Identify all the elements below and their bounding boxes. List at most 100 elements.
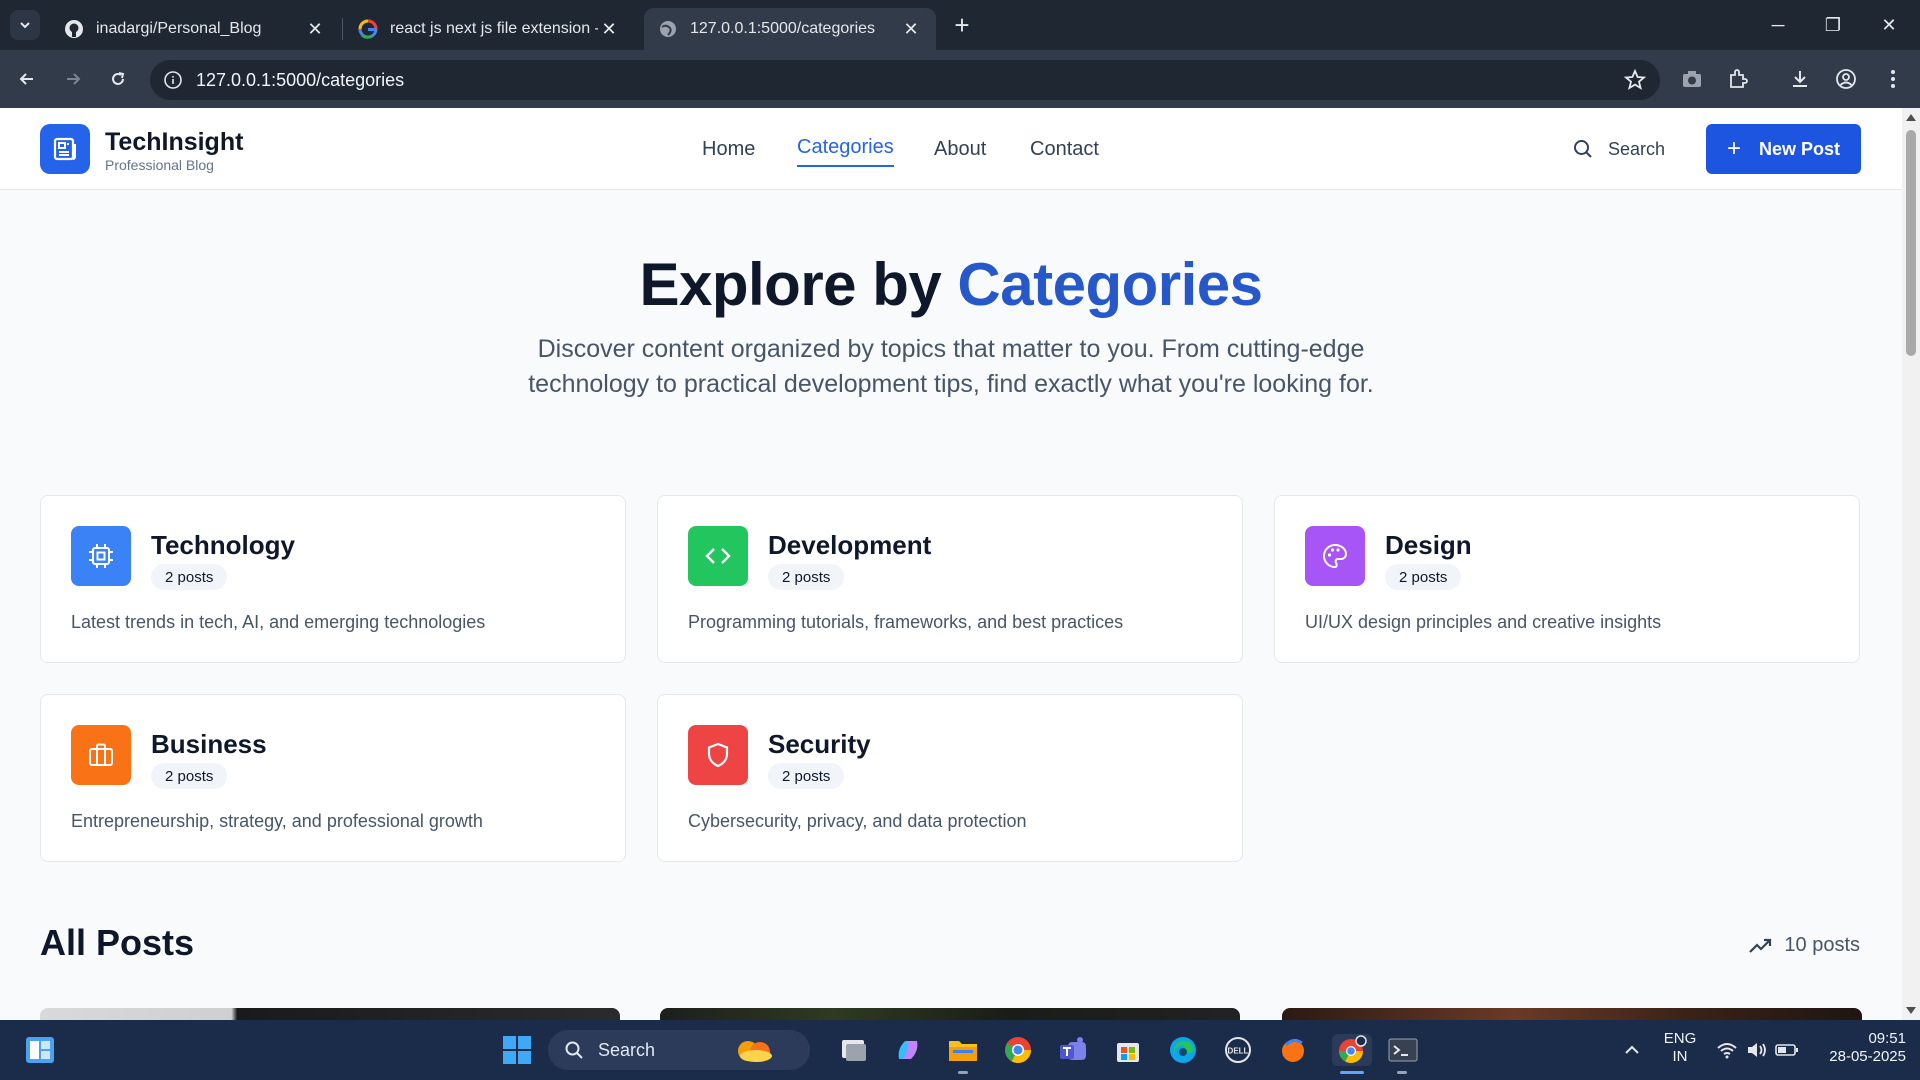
nav-categories[interactable]: Categories <box>797 136 894 167</box>
menu-kebab-icon[interactable] <box>1878 64 1908 94</box>
page-description: Discover content organized by topics tha… <box>528 335 1374 398</box>
address-bar[interactable]: 127.0.0.1:5000/categories <box>150 60 1660 100</box>
category-card-security[interactable]: Security 2 posts Cybersecurity, privacy,… <box>657 694 1243 862</box>
chrome-icon[interactable] <box>1002 1034 1034 1066</box>
windows-start-icon[interactable] <box>501 1034 533 1066</box>
active-app-indicator <box>1340 1071 1364 1074</box>
category-card-design[interactable]: Design 2 posts UI/UX design principles a… <box>1274 495 1860 663</box>
chevron-up-icon[interactable] <box>1616 1034 1648 1066</box>
category-icon-box <box>688 725 748 785</box>
category-name: Business <box>151 729 267 759</box>
forward-button[interactable] <box>58 64 88 94</box>
clock-time: 09:51 <box>1868 1030 1906 1047</box>
briefcase-icon <box>89 743 113 766</box>
dell-icon[interactable]: DELL <box>1222 1034 1254 1066</box>
tab-github[interactable]: inadargi/Personal_Blog ✕ <box>50 8 340 50</box>
newspaper-icon <box>53 137 76 161</box>
page-scrollbar[interactable] <box>1902 108 1920 1020</box>
brand-tagline: Professional Blog <box>105 157 214 173</box>
language-indicator[interactable]: ENG IN <box>1660 1030 1700 1066</box>
post-thumbnail[interactable] <box>660 1008 1240 1020</box>
running-indicator <box>958 1071 968 1074</box>
edge-icon[interactable] <box>1167 1034 1199 1066</box>
extensions-icon[interactable] <box>1723 64 1753 94</box>
tab-google[interactable]: react js next js file extension - G ✕ <box>344 8 634 50</box>
teams-icon[interactable] <box>1057 1034 1089 1066</box>
post-thumbnail[interactable] <box>1282 1008 1862 1020</box>
nav-contact[interactable]: Contact <box>1030 138 1099 161</box>
code-icon <box>705 548 731 564</box>
post-thumbnail[interactable] <box>40 1008 620 1020</box>
wifi-icon[interactable] <box>1711 1034 1743 1066</box>
plus-icon: + <box>1726 135 1741 162</box>
restore-button[interactable]: ❐ <box>1810 0 1856 50</box>
category-name: Technology <box>151 530 295 560</box>
taskbar-search-box[interactable]: Search <box>548 1030 810 1070</box>
category-card-development[interactable]: Development 2 posts Programming tutorial… <box>657 495 1243 663</box>
post-count-badge: 2 posts <box>1385 564 1462 590</box>
close-icon[interactable]: ✕ <box>900 18 922 40</box>
category-icon-box <box>71 725 131 785</box>
back-button[interactable] <box>12 64 42 94</box>
screenshot-icon[interactable] <box>1677 64 1707 94</box>
svg-text:DELL: DELL <box>1228 1047 1249 1056</box>
close-icon[interactable]: ✕ <box>304 18 326 40</box>
downloads-icon[interactable] <box>1785 64 1815 94</box>
category-icon-box <box>1305 526 1365 586</box>
category-card-business[interactable]: Business 2 posts Entrepreneurship, strat… <box>40 694 626 862</box>
minimize-button[interactable]: ─ <box>1755 0 1801 50</box>
close-icon[interactable]: ✕ <box>598 18 620 40</box>
app-icon[interactable] <box>1277 1034 1309 1066</box>
tab-categories[interactable]: 127.0.0.1:5000/categories ✕ <box>644 8 936 50</box>
new-tab-button[interactable]: + <box>947 10 977 40</box>
post-count-badge: 2 posts <box>151 763 228 789</box>
search-icon <box>1574 140 1592 158</box>
bookmark-star-icon[interactable] <box>1623 68 1647 96</box>
tab-search-button[interactable] <box>10 10 40 40</box>
post-count-badge: 2 posts <box>768 763 845 789</box>
region-code: IN <box>1672 1048 1688 1065</box>
nav-about[interactable]: About <box>934 138 986 161</box>
taskbar-search-label: Search <box>598 1039 656 1060</box>
scroll-down-arrow[interactable] <box>1906 1007 1916 1014</box>
microsoft-store-icon[interactable] <box>1112 1034 1144 1066</box>
task-view-icon[interactable] <box>838 1034 870 1066</box>
language-code: ENG <box>1663 1030 1697 1047</box>
copilot-icon[interactable] <box>892 1034 924 1066</box>
terminal-icon[interactable] <box>1387 1034 1419 1066</box>
post-count-badge: 2 posts <box>768 564 845 590</box>
search-label: Search <box>1608 138 1666 159</box>
site-info-icon[interactable] <box>162 69 184 91</box>
category-description: Cybersecurity, privacy, and data protect… <box>688 811 1027 831</box>
new-post-label: New Post <box>1758 138 1841 159</box>
category-description: UI/UX design principles and creative ins… <box>1305 612 1662 632</box>
tab-title: react js next js file extension - G <box>390 20 598 37</box>
volume-icon[interactable] <box>1741 1034 1773 1066</box>
new-post-button[interactable]: + New Post <box>1706 124 1861 174</box>
page-title: Explore by Categories <box>0 250 1902 319</box>
nav-home[interactable]: Home <box>702 138 755 161</box>
category-name: Security <box>768 729 871 759</box>
category-card-technology[interactable]: Technology 2 posts Latest trends in tech… <box>40 495 626 663</box>
trending-up-icon <box>1749 938 1772 953</box>
profile-icon[interactable] <box>1831 64 1861 94</box>
chrome-profile-icon[interactable] <box>1332 1034 1372 1066</box>
site-logo[interactable] <box>40 124 90 174</box>
reload-button[interactable] <box>103 64 133 94</box>
total-posts-count: 10 posts <box>1748 934 1860 957</box>
widgets-icon[interactable] <box>24 1034 56 1066</box>
search-button[interactable]: Search <box>1572 133 1665 165</box>
clock[interactable]: 09:51 28-05-2025 <box>1812 1030 1906 1066</box>
chevron-down-icon <box>20 22 30 29</box>
window-close-button[interactable]: ✕ <box>1866 0 1912 50</box>
all-posts-heading: All Posts <box>40 922 195 963</box>
category-name: Design <box>1385 530 1472 560</box>
scrollbar-thumb[interactable] <box>1906 130 1916 356</box>
brand-name[interactable]: TechInsight <box>105 128 243 157</box>
file-explorer-icon[interactable] <box>947 1034 979 1066</box>
palette-icon <box>1323 543 1348 569</box>
scroll-up-arrow[interactable] <box>1906 114 1916 121</box>
arrow-right-icon <box>67 73 81 85</box>
globe-icon <box>658 19 678 39</box>
battery-icon[interactable] <box>1771 1034 1803 1066</box>
